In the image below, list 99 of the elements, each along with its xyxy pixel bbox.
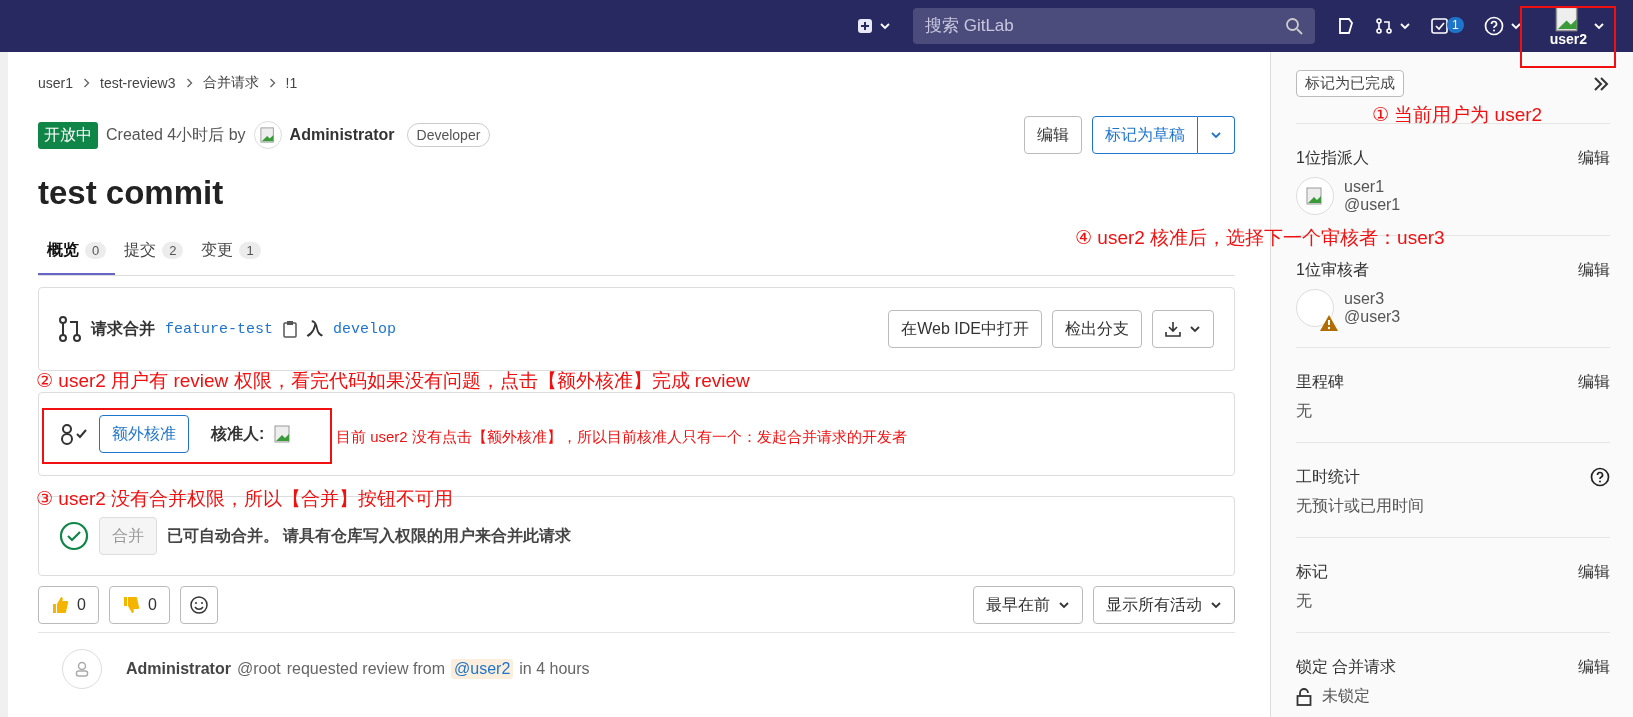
- chevron-icon: [83, 78, 91, 88]
- section-value: 无: [1296, 591, 1313, 611]
- annotation-text: ① 当前用户为 user2: [1372, 103, 1543, 127]
- page-title: test commit: [38, 174, 225, 212]
- section-title: 1位指派人: [1296, 148, 1369, 168]
- breadcrumb-link[interactable]: user1: [38, 75, 74, 91]
- caret-icon: [1210, 131, 1222, 139]
- edit-link[interactable]: 编辑: [1578, 657, 1610, 678]
- annotation-text: 目前 user2 没有点击【额外核准】，所以目前核准人只有一个：发起合并请求的开发者: [336, 428, 907, 447]
- annotation-text: ② user2 用户有 review 权限，看完代码如果没有问题，点击【额外核准】完成 review: [36, 369, 750, 393]
- breadcrumb-link[interactable]: !1: [285, 75, 298, 91]
- note-time: in 4 hours: [519, 660, 590, 678]
- edit-link[interactable]: 编辑: [1578, 148, 1610, 169]
- tab-count: 2: [162, 242, 184, 259]
- caret-icon: [1058, 601, 1070, 609]
- note-handle: @root: [236, 660, 281, 678]
- annotation-text: ④ user2 核准后，选择下一个审核者：user3: [1075, 226, 1445, 250]
- chevron-icon: [185, 78, 193, 88]
- into-label: 入: [307, 318, 324, 339]
- approvers-label: 核准人:: [211, 423, 265, 444]
- document-icon: [1336, 17, 1355, 35]
- user-name[interactable]: user3: [1344, 290, 1401, 308]
- help-icon: [1483, 16, 1504, 36]
- note-text: requested review from: [286, 660, 445, 678]
- target-branch-link[interactable]: develop: [333, 320, 397, 338]
- edit-link[interactable]: 编辑: [1578, 372, 1610, 393]
- caret-icon: [1593, 22, 1605, 30]
- section-title: 里程碑: [1296, 372, 1344, 392]
- section-title: 标记: [1296, 562, 1328, 582]
- merge-status-text: 已可自动合并。 请具有仓库写入权限的用户来合并此请求: [167, 525, 572, 546]
- tab-count: 0: [85, 242, 107, 259]
- annotation-text: ③ user2 没有合并权限，所以【合并】按钮不可用: [36, 487, 454, 511]
- section-value: 未锁定: [1322, 686, 1370, 706]
- merge-request-icon: [1374, 17, 1393, 35]
- mark-draft-button[interactable]: 标记为草稿: [1092, 116, 1198, 154]
- unlock-icon: [1296, 687, 1312, 706]
- section-value: 无预计或已用时间: [1296, 496, 1425, 516]
- section-title: 工时统计: [1296, 467, 1360, 487]
- thumbs-up-icon: [51, 596, 69, 614]
- user-handle: @user3: [1344, 308, 1401, 326]
- edit-link[interactable]: 编辑: [1578, 260, 1610, 281]
- reaction-button[interactable]: 0: [38, 586, 99, 624]
- breadcrumb-link[interactable]: 合并请求: [202, 74, 259, 92]
- caret-icon: [878, 22, 891, 30]
- author-name[interactable]: Administrator: [289, 126, 395, 144]
- edit-link[interactable]: 编辑: [1578, 562, 1610, 583]
- tab[interactable]: 概览 0: [38, 230, 116, 275]
- section-title: 锁定 合并请求: [1296, 657, 1397, 677]
- broken-image-icon: [1306, 187, 1324, 205]
- user-menu-button[interactable]: user2: [1531, 6, 1615, 46]
- note-author[interactable]: Administrator: [126, 660, 231, 678]
- edit-button[interactable]: 编辑: [1024, 116, 1082, 154]
- branch-action-button[interactable]: 在Web IDE中打开: [888, 310, 1042, 348]
- user-check-icon: [59, 423, 89, 445]
- tab[interactable]: 变更 1: [192, 230, 270, 275]
- reaction-button[interactable]: 0: [108, 586, 170, 624]
- collapse-icon[interactable]: [1592, 75, 1610, 92]
- smiley-icon: [189, 596, 208, 614]
- plus-square-icon: [856, 18, 873, 34]
- clipboard-icon[interactable]: [283, 320, 298, 338]
- section-value: 无: [1296, 401, 1313, 421]
- merge-request-icon: [59, 316, 81, 342]
- todos-button[interactable]: 1: [1420, 17, 1474, 35]
- broken-image-icon: [259, 127, 276, 143]
- merge-label: 请求合并: [91, 318, 155, 339]
- source-branch-link[interactable]: feature-test: [165, 320, 274, 338]
- checkbox-icon: [1430, 17, 1449, 35]
- search-field[interactable]: 搜索 GitLab: [912, 8, 1315, 44]
- help-icon[interactable]: [1590, 467, 1610, 487]
- user-name[interactable]: user1: [1344, 178, 1401, 196]
- caret-icon: [1398, 22, 1411, 30]
- section-title: 1位审核者: [1296, 260, 1369, 280]
- caret-icon: [1509, 22, 1522, 30]
- todo-count: 1: [1446, 17, 1464, 33]
- dropdown-button[interactable]: [1198, 116, 1235, 154]
- tab[interactable]: 提交 2: [115, 230, 193, 275]
- breadcrumb-link[interactable]: test-review3: [100, 75, 176, 91]
- check-circle-icon: [59, 521, 89, 551]
- user-handle: @user1: [1344, 196, 1401, 214]
- user-icon: [75, 661, 89, 677]
- user-mention[interactable]: @user2: [451, 659, 514, 679]
- status-badge: 开放中: [38, 121, 98, 149]
- caret-icon: [1210, 601, 1222, 609]
- chevron-icon: [268, 78, 276, 88]
- filter-dropdown[interactable]: 显示所有活动: [1093, 586, 1235, 624]
- search-icon: [1284, 17, 1303, 35]
- caret-icon: [1189, 325, 1201, 333]
- tab-count: 1: [239, 242, 261, 259]
- mark-done-button[interactable]: 标记为已完成: [1296, 70, 1404, 97]
- emoji-button[interactable]: [179, 586, 218, 624]
- branch-action-button[interactable]: 检出分支: [1052, 310, 1142, 348]
- download-icon: [1165, 321, 1181, 337]
- created-text: Created 4小时后 by: [106, 124, 246, 145]
- broken-image-icon: [274, 425, 293, 443]
- thumbs-down-icon: [121, 596, 140, 614]
- user-name: user2: [1549, 32, 1587, 46]
- download-button[interactable]: [1152, 310, 1214, 348]
- sort-dropdown[interactable]: 最早在前: [973, 586, 1083, 624]
- approve-button[interactable]: 额外核准: [99, 415, 189, 453]
